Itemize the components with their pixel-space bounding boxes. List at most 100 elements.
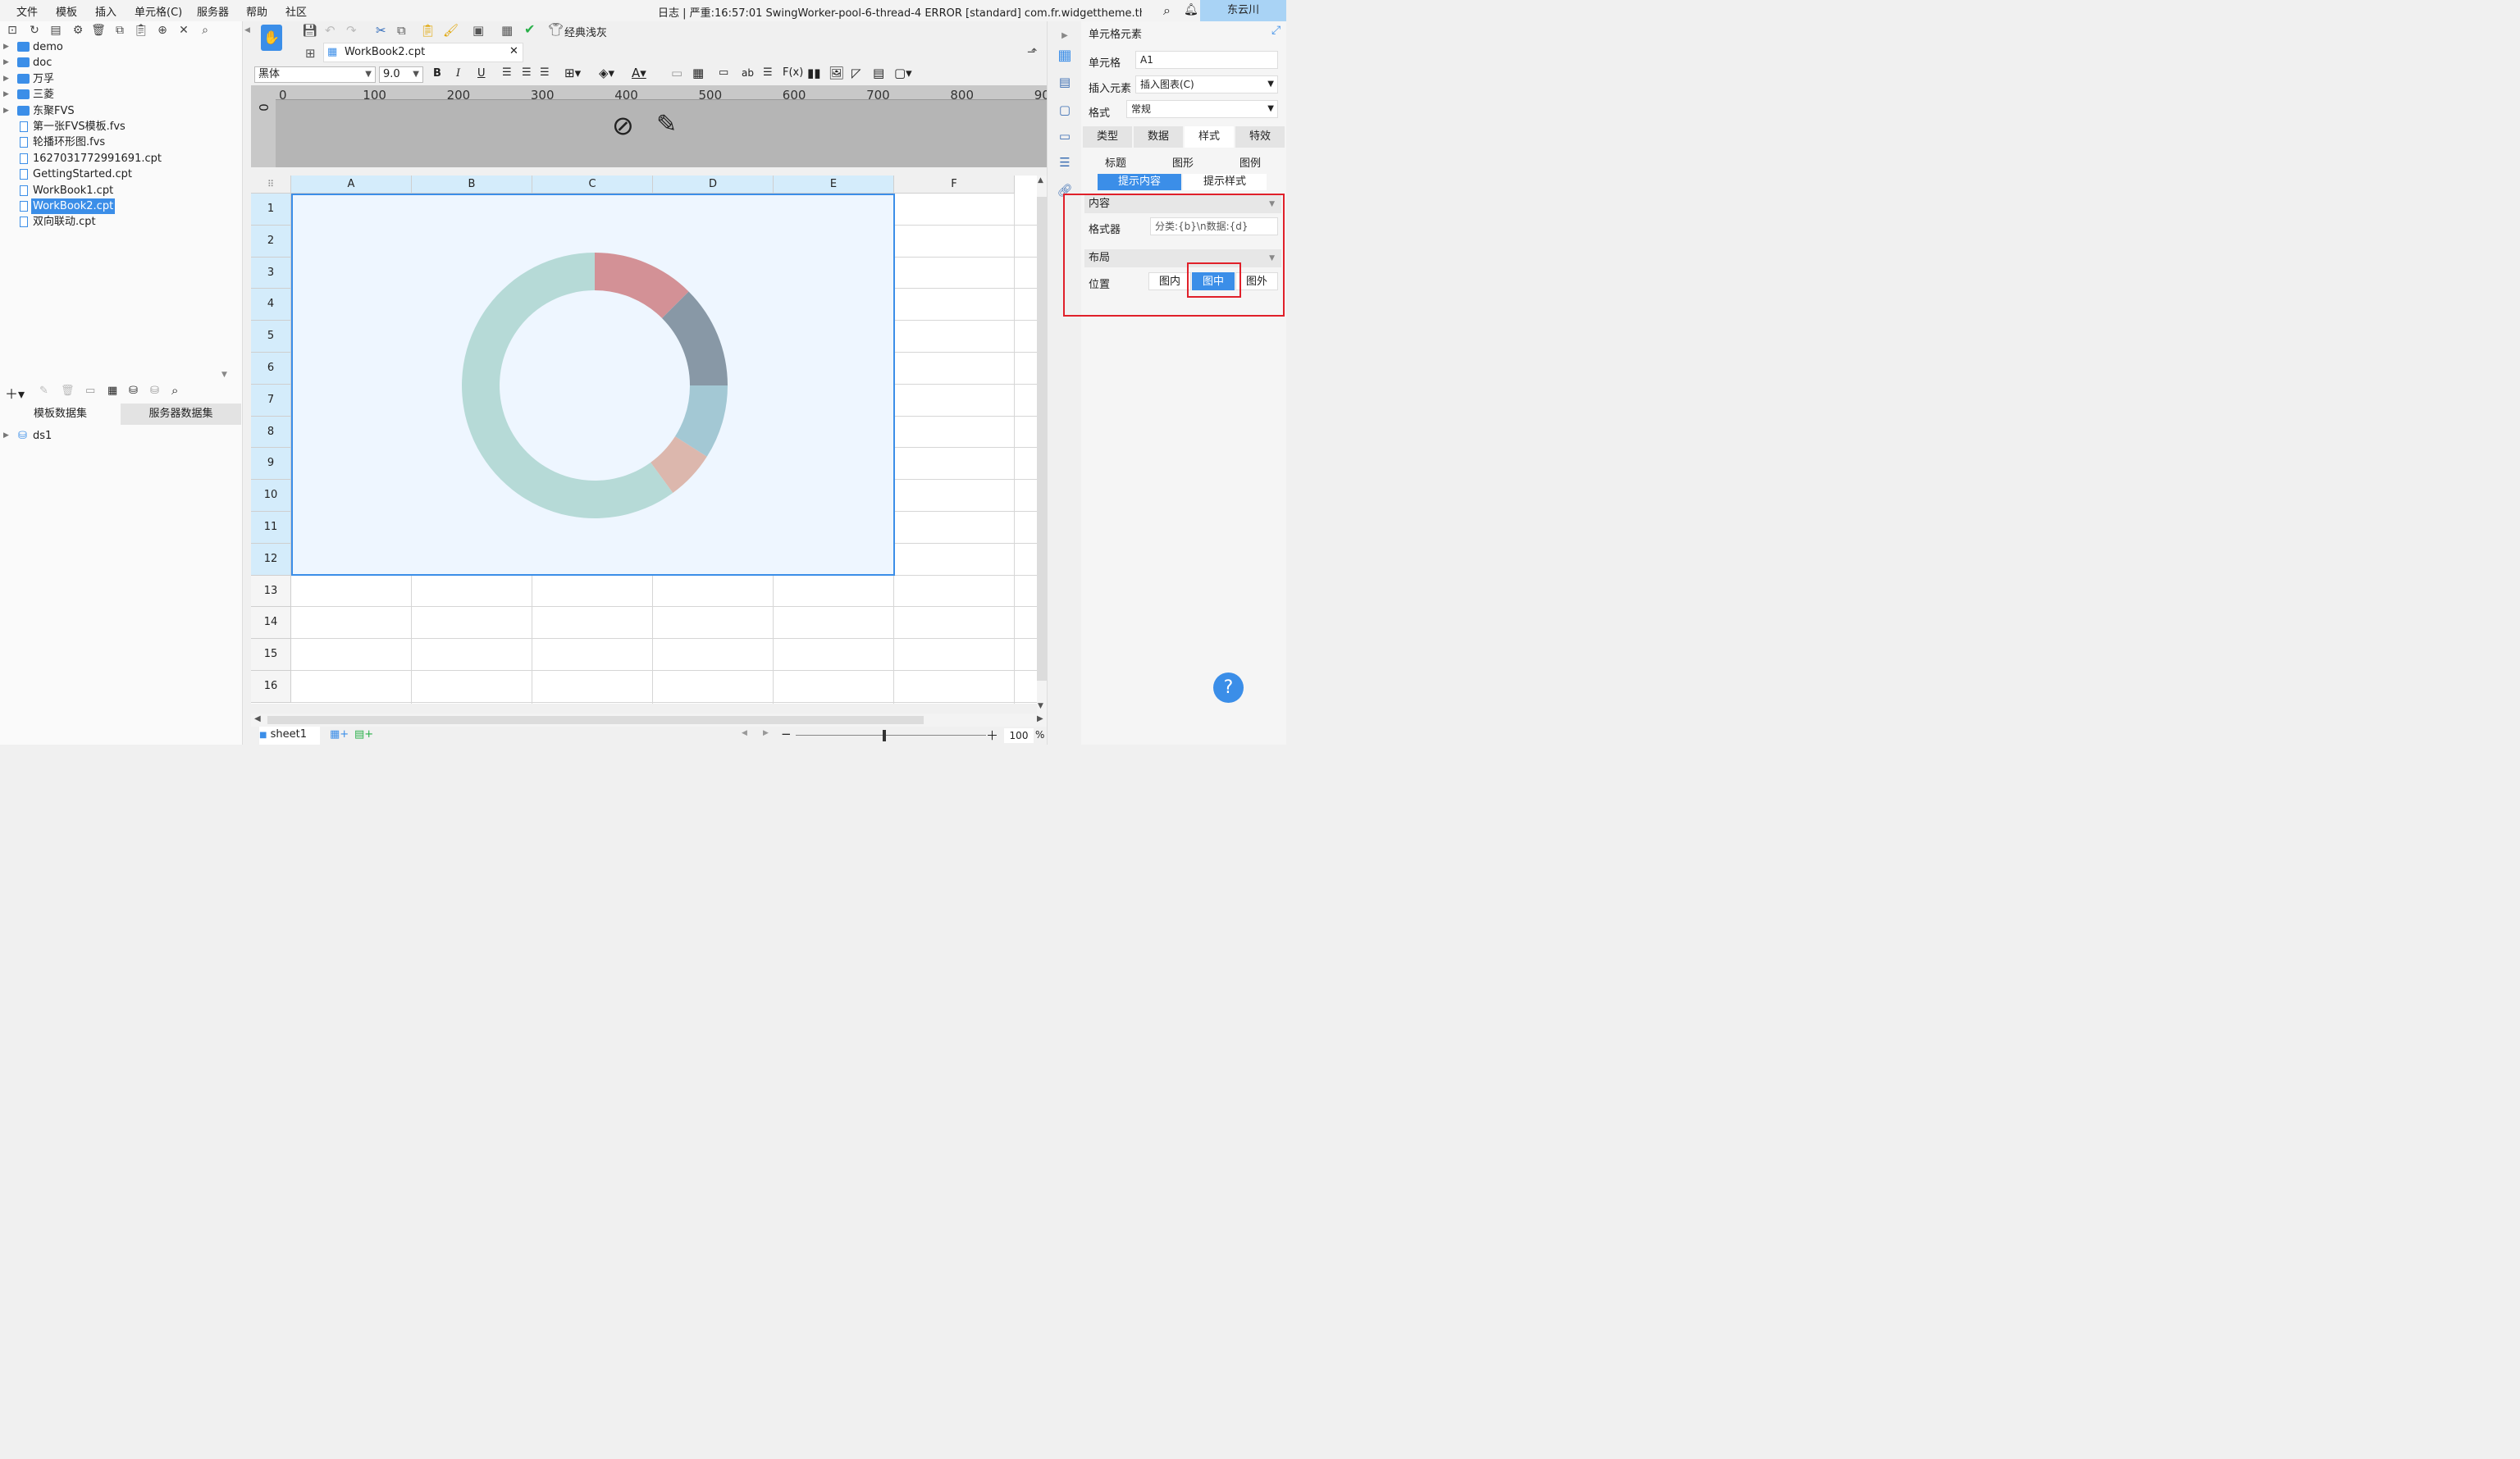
horizontal-scrollbar[interactable]: ◀ ▶ bbox=[251, 714, 1047, 727]
tree-search-icon[interactable]: ⌕ bbox=[198, 23, 212, 38]
menu-community[interactable]: 社区 bbox=[285, 3, 307, 19]
tab-template-dataset[interactable]: 模板数据集 bbox=[0, 404, 121, 425]
text-ab-icon[interactable]: ab bbox=[742, 67, 754, 79]
row-header[interactable]: 8 bbox=[251, 416, 291, 449]
help-button[interactable]: ? bbox=[1213, 673, 1244, 703]
image-icon[interactable]: 🖼︎ bbox=[829, 66, 844, 80]
column-header[interactable]: C bbox=[532, 176, 653, 194]
grid-layout-icon[interactable]: ⊞ bbox=[305, 46, 316, 61]
preview-template-icon[interactable]: ▦ bbox=[501, 23, 513, 38]
template-web-icon[interactable]: ▣ bbox=[472, 23, 484, 38]
subtab-graphic[interactable]: 图形 bbox=[1150, 156, 1216, 172]
zoom-slider-thumb[interactable] bbox=[883, 730, 886, 741]
subtab-legend[interactable]: 图例 bbox=[1217, 156, 1283, 172]
subreport-icon[interactable]: ▤ bbox=[873, 66, 884, 80]
menu-server[interactable]: 服务器 bbox=[197, 3, 229, 19]
fill-color-icon[interactable]: ◈▾ bbox=[599, 66, 614, 80]
zoom-input[interactable]: 100 bbox=[1004, 728, 1034, 743]
tab-server-dataset[interactable]: 服务器数据集 bbox=[121, 404, 241, 425]
bell-icon[interactable]: 🔔︎ bbox=[1184, 3, 1198, 16]
template-info-icon[interactable]: ▤ bbox=[48, 23, 63, 38]
expand-icon[interactable]: ▶ bbox=[3, 428, 9, 444]
scroll-thumb[interactable] bbox=[1037, 197, 1047, 681]
collapse-icon[interactable]: ✕ bbox=[176, 23, 191, 38]
collapse-panel-icon[interactable]: ◀ bbox=[244, 26, 250, 34]
tree-file[interactable]: WorkBook2.cpt bbox=[0, 198, 243, 214]
locate-icon[interactable]: ⊕ bbox=[155, 23, 170, 38]
align-left-icon[interactable]: ☰ bbox=[502, 66, 512, 79]
refresh-icon[interactable]: ↻ bbox=[27, 23, 42, 38]
menu-help[interactable]: 帮助 bbox=[246, 3, 267, 19]
text-icon[interactable]: ▭ bbox=[719, 66, 728, 79]
menu-file[interactable]: 文件 bbox=[16, 3, 38, 19]
tree-file[interactable]: 1627031772991691.cpt bbox=[0, 151, 243, 166]
tree-file[interactable]: 双向联动.cpt bbox=[0, 214, 243, 230]
row-header[interactable]: 7 bbox=[251, 384, 291, 417]
expand-icon[interactable]: ▶ bbox=[3, 55, 9, 71]
condition-icon[interactable]: ☰ bbox=[1057, 154, 1073, 171]
row-header[interactable]: 14 bbox=[251, 607, 291, 640]
bold-button[interactable]: B bbox=[433, 67, 441, 80]
preview-icon[interactable]: ▭ bbox=[85, 385, 95, 397]
subtab-tooltip-style[interactable]: 提示样式 bbox=[1183, 174, 1267, 190]
edit-icon[interactable]: ✎ bbox=[39, 385, 48, 397]
column-header[interactable]: F bbox=[894, 176, 1015, 194]
row-header[interactable]: 15 bbox=[251, 639, 291, 671]
row-header[interactable]: 1 bbox=[251, 194, 291, 226]
column-header[interactable]: E bbox=[774, 176, 894, 194]
expand-icon[interactable]: ▶ bbox=[3, 87, 9, 103]
splitter[interactable]: ▼ bbox=[0, 371, 243, 379]
check-icon[interactable]: ✔ bbox=[524, 21, 535, 37]
row-header[interactable]: 13 bbox=[251, 575, 291, 608]
dock-icon[interactable]: ⬏ bbox=[1027, 44, 1038, 59]
add-report-icon[interactable]: ▤+ bbox=[354, 728, 373, 741]
theme-icon[interactable]: 👕︎ bbox=[548, 22, 564, 37]
font-select[interactable]: 黑体 ▼ bbox=[254, 66, 376, 83]
scroll-right-icon[interactable]: ▶ bbox=[1037, 714, 1043, 723]
richtext-icon[interactable]: ☰ bbox=[763, 66, 773, 79]
column-header[interactable]: B bbox=[412, 176, 532, 194]
cell-element-icon[interactable]: ▦ bbox=[1057, 48, 1073, 64]
row-header[interactable]: 6 bbox=[251, 353, 291, 385]
file-tab[interactable]: ▦ WorkBook2.cpt ✕ bbox=[323, 43, 523, 62]
tree-folder[interactable]: ▶ demo bbox=[0, 39, 243, 55]
expand-icon[interactable]: ▶ bbox=[3, 103, 9, 119]
float-attr-icon[interactable]: ▢ bbox=[1057, 102, 1073, 118]
close-tab-icon[interactable]: ✕ bbox=[509, 45, 518, 57]
chart-insert-icon[interactable]: ▮▮ bbox=[807, 66, 821, 80]
align-right-icon[interactable]: ☰ bbox=[540, 66, 550, 79]
font-color-icon[interactable]: A▾ bbox=[632, 66, 646, 80]
add-sheet-icon[interactable]: ▦+ bbox=[330, 728, 349, 741]
menu-cell[interactable]: 单元格(C) bbox=[135, 3, 182, 19]
insert-element-select[interactable]: 插入图表(C) ▼ bbox=[1135, 75, 1278, 93]
expand-panel-icon[interactable]: ▶ bbox=[1057, 28, 1073, 44]
row-header[interactable]: 4 bbox=[251, 289, 291, 321]
subtab-title[interactable]: 标题 bbox=[1083, 156, 1148, 172]
row-header[interactable]: 10 bbox=[251, 480, 291, 512]
menu-insert[interactable]: 插入 bbox=[95, 3, 116, 19]
redo-icon[interactable]: ↷ bbox=[346, 23, 357, 38]
cell-field[interactable]: A1 bbox=[1135, 51, 1278, 69]
vertical-scrollbar[interactable]: ▲ ▼ bbox=[1037, 176, 1047, 714]
cell-attr-icon[interactable]: ▤ bbox=[1057, 74, 1073, 90]
tree-folder[interactable]: ▶ 三菱 bbox=[0, 87, 243, 103]
copy-icon[interactable]: ⧉ bbox=[112, 23, 127, 38]
scroll-up-icon[interactable]: ▲ bbox=[1038, 176, 1043, 185]
search-icon[interactable]: ⌕ bbox=[1163, 2, 1171, 19]
tree-file[interactable]: GettingStarted.cpt bbox=[0, 166, 243, 182]
theme-label[interactable]: 经典浅灰 bbox=[564, 24, 607, 39]
align-center-icon[interactable]: ☰ bbox=[522, 66, 532, 79]
undo-icon[interactable]: ↶ bbox=[325, 23, 336, 38]
hscroll-thumb[interactable] bbox=[267, 716, 924, 724]
pencil-icon[interactable]: ✎ bbox=[656, 110, 677, 139]
table-icon[interactable]: ▦ bbox=[692, 66, 704, 80]
server-database-icon[interactable]: ⛁ bbox=[150, 385, 159, 397]
pin-icon[interactable]: ⤢ bbox=[1271, 24, 1281, 37]
cut-icon[interactable]: ✂ bbox=[376, 23, 386, 38]
format-painter-icon[interactable]: 🖌︎ bbox=[443, 23, 459, 38]
column-header[interactable]: A bbox=[291, 176, 412, 194]
delete-icon[interactable]: 🗑︎ bbox=[91, 23, 106, 38]
underline-button[interactable]: U bbox=[477, 67, 486, 80]
tab-effect[interactable]: 特效 bbox=[1235, 126, 1285, 148]
delete-dataset-icon[interactable]: 🗑︎ bbox=[61, 385, 75, 397]
